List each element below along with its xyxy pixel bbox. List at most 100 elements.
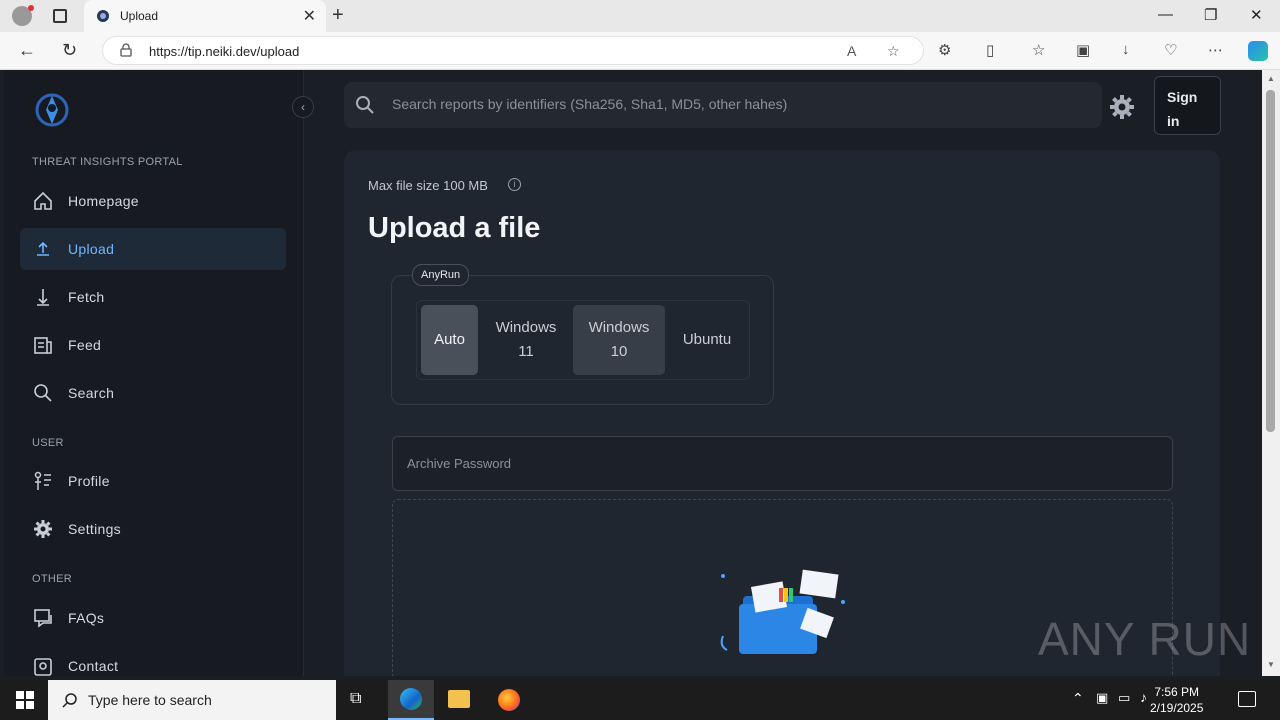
upload-card: Max file size 100 MB i Upload a file Any…	[344, 150, 1220, 676]
lock-icon	[120, 43, 132, 57]
sidebar-item-fetch[interactable]: Fetch	[20, 276, 286, 318]
tray-chevron-icon[interactable]: ⌃	[1072, 690, 1084, 707]
network-icon[interactable]: ▭	[1118, 690, 1130, 706]
back-icon[interactable]: ←	[18, 40, 36, 61]
search-placeholder: Search reports by identifiers (Sha256, S…	[392, 96, 788, 112]
restore-icon[interactable]: ❐	[1204, 6, 1217, 24]
edge-taskbar-icon[interactable]	[388, 680, 434, 720]
notifications-icon[interactable]	[1238, 691, 1256, 707]
split-screen-icon[interactable]: ▯	[986, 41, 994, 59]
sandbox-selector: AnyRun Auto Windows 11 Windows 10 Ubuntu	[391, 264, 774, 405]
info-icon[interactable]: i	[508, 178, 521, 191]
downloads-icon[interactable]: ↓	[1122, 41, 1130, 58]
favorites-icon[interactable]: ☆	[1032, 41, 1045, 59]
address-bar[interactable]: https://tip.neiki.dev/upload A ☆	[102, 36, 924, 65]
main-content: Search reports by identifiers (Sha256, S…	[304, 70, 1262, 676]
favorite-star-icon[interactable]: ☆	[887, 43, 900, 60]
archive-password-placeholder: Archive Password	[407, 456, 512, 471]
collapse-sidebar-button[interactable]: ‹	[292, 96, 314, 118]
scroll-up-icon[interactable]: ▲	[1267, 74, 1275, 83]
scrollbar-thumb[interactable]	[1266, 90, 1275, 432]
tab-actions-icon[interactable]	[53, 9, 67, 23]
taskbar-search-placeholder: Type here to search	[88, 692, 212, 708]
windows-taskbar: Type here to search ⧉ ⌃ ▣ ▭ ♪ 7:56 PM 2/…	[0, 680, 1280, 720]
volume-icon[interactable]: ♪	[1140, 689, 1147, 705]
url-text: https://tip.neiki.dev/upload	[149, 44, 300, 59]
more-menu-icon[interactable]: ⋯	[1208, 41, 1223, 59]
browser-essentials-icon[interactable]: ♡	[1164, 41, 1177, 59]
favicon-icon	[97, 10, 109, 22]
sign-in-label: Sign in	[1167, 89, 1198, 129]
notification-dot	[28, 5, 34, 11]
folder-upload-illustration	[720, 569, 845, 654]
sidebar-item-contact[interactable]: Contact	[20, 645, 286, 676]
new-tab-icon[interactable]: +	[332, 4, 344, 27]
feed-icon	[34, 337, 52, 354]
contact-icon	[34, 658, 52, 676]
sign-in-button[interactable]: Sign in	[1154, 76, 1221, 135]
sidebar-item-label: Homepage	[68, 193, 139, 209]
page-scrollbar[interactable]: ▲ ▼	[1262, 70, 1280, 676]
sidebar-item-profile[interactable]: Profile	[20, 460, 286, 502]
anyrun-watermark: ANY RUN	[1038, 613, 1252, 665]
sidebar: THREAT INSIGHTS PORTAL Homepage Upload F…	[4, 70, 304, 676]
file-explorer-icon[interactable]	[448, 690, 470, 708]
search-input[interactable]: Search reports by identifiers (Sha256, S…	[344, 82, 1102, 128]
task-view-icon[interactable]: ⧉	[350, 690, 361, 708]
search-icon	[356, 96, 374, 114]
max-file-size-text: Max file size 100 MB	[368, 178, 488, 193]
sidebar-item-label: Profile	[68, 473, 110, 489]
clock-date: 2/19/2025	[1150, 701, 1204, 715]
taskbar-clock[interactable]: 7:56 PM 2/19/2025	[1150, 684, 1203, 716]
tab-title: Upload	[120, 9, 159, 23]
sidebar-item-label: Search	[68, 385, 115, 401]
scroll-down-icon[interactable]: ▼	[1267, 660, 1275, 669]
os-option-ubuntu[interactable]: Ubuntu	[669, 305, 745, 375]
page-title: Upload a file	[368, 212, 541, 244]
os-option-windows-10[interactable]: Windows 10	[573, 305, 665, 375]
firefox-icon[interactable]	[498, 689, 520, 711]
os-option-label: Windows 11	[495, 319, 557, 360]
close-window-icon[interactable]: ✕	[1250, 6, 1263, 24]
os-option-auto[interactable]: Auto	[421, 305, 478, 375]
refresh-icon[interactable]: ↻	[62, 40, 77, 61]
tray-app-icon[interactable]: ▣	[1096, 690, 1108, 706]
sidebar-item-settings[interactable]: Settings	[20, 508, 286, 550]
sidebar-item-label: Feed	[68, 337, 102, 353]
profile-icon	[34, 471, 51, 490]
sidebar-item-upload[interactable]: Upload	[20, 228, 286, 270]
app: THREAT INSIGHTS PORTAL Homepage Upload F…	[4, 70, 1262, 676]
sidebar-item-faqs[interactable]: FAQs	[20, 597, 286, 639]
sidebar-item-label: Contact	[68, 658, 119, 674]
windows-start-icon[interactable]	[16, 691, 34, 709]
sidebar-item-label: FAQs	[68, 610, 105, 626]
os-option-label: Auto	[434, 331, 465, 348]
logo-icon[interactable]	[32, 90, 72, 130]
extensions-icon[interactable]: ⚙	[938, 41, 951, 59]
settings-gear-icon[interactable]	[1108, 93, 1136, 121]
collections-icon[interactable]: ▣	[1076, 41, 1090, 59]
close-tab-icon[interactable]: ✕	[303, 6, 316, 26]
minimize-icon[interactable]: —	[1158, 6, 1173, 23]
upload-icon	[37, 241, 49, 256]
os-option-label: Ubuntu	[682, 331, 732, 348]
home-icon	[34, 191, 52, 210]
faq-icon	[34, 609, 52, 628]
sidebar-item-homepage[interactable]: Homepage	[20, 180, 286, 222]
download-icon	[37, 289, 49, 306]
sidebar-item-feed[interactable]: Feed	[20, 324, 286, 366]
os-option-windows-11[interactable]: Windows 11	[483, 305, 569, 375]
search-icon	[34, 384, 52, 402]
read-aloud-icon[interactable]: A	[847, 43, 856, 59]
section-portal: THREAT INSIGHTS PORTAL	[32, 156, 183, 168]
sidebar-item-label: Upload	[68, 241, 115, 257]
taskbar-search[interactable]: Type here to search	[48, 680, 336, 720]
clock-time: 7:56 PM	[1154, 685, 1200, 699]
browser-toolbar: ← ↻ https://tip.neiki.dev/upload A ☆ ⚙ ▯…	[0, 32, 1280, 70]
sidebar-item-search[interactable]: Search	[20, 372, 286, 414]
taskbar-search-icon	[62, 693, 77, 708]
archive-password-field[interactable]: Archive Password	[392, 436, 1173, 491]
browser-tab-upload[interactable]: Upload ✕	[84, 0, 326, 32]
gear-icon	[34, 520, 52, 538]
copilot-icon[interactable]	[1248, 41, 1268, 61]
